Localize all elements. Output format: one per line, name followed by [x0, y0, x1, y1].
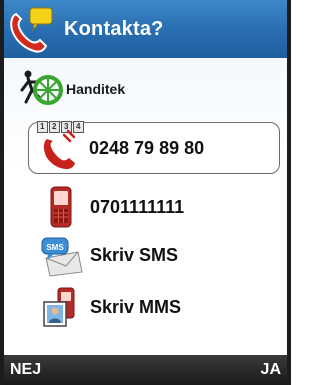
option-landline[interactable]: 1234 0248 79 89 80	[28, 121, 280, 174]
softkey-yes[interactable]: JA	[261, 361, 281, 379]
header-bar: Kontakta?	[4, 0, 287, 58]
company-row: Handitek	[18, 66, 125, 112]
page-title: Kontakta?	[64, 17, 164, 40]
company-name: Handitek	[66, 81, 126, 97]
softkey-bar: NEJ JA	[4, 355, 287, 385]
option-label: Skriv SMS	[90, 244, 179, 265]
mms-icon	[38, 284, 84, 330]
option-sms[interactable]: SMS Skriv SMS	[20, 230, 280, 280]
option-mobile[interactable]: 0701111111	[20, 182, 280, 232]
landline-phone-icon	[37, 125, 83, 171]
svg-text:SMS: SMS	[46, 243, 64, 252]
handitek-logo	[18, 68, 64, 111]
contact-screen: Kontakta? Handitek 1234 0248 79 89 80 07…	[0, 0, 291, 385]
option-label: Skriv MMS	[90, 296, 182, 317]
phone-chat-icon	[4, 0, 58, 58]
option-mms[interactable]: Skriv MMS	[20, 282, 280, 332]
option-label: 0248 79 89 80	[89, 137, 205, 158]
mobile-phone-icon	[38, 184, 84, 230]
option-label: 0701111111	[90, 196, 185, 217]
sms-icon: SMS	[38, 232, 84, 278]
softkey-no[interactable]: NEJ	[10, 361, 41, 379]
